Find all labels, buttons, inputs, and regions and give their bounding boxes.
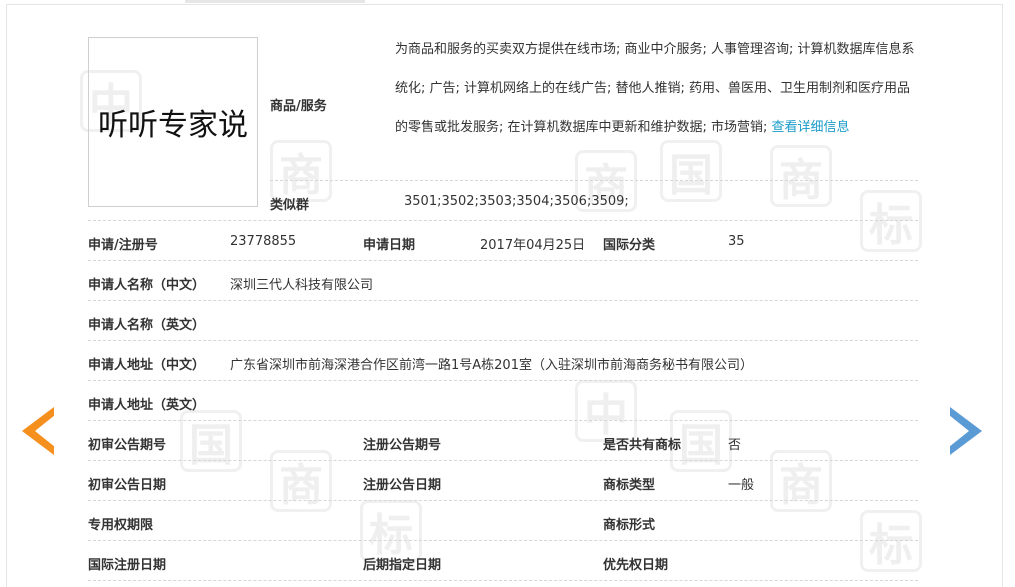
trademark-image-text: 听听专家说	[98, 108, 248, 143]
reg-pub-date-label: 注册公告日期	[363, 478, 442, 493]
reg-no-value: 23778855	[230, 234, 297, 249]
row-divider	[88, 580, 918, 581]
later-designation-date-label: 后期指定日期	[363, 558, 442, 573]
apply-date-label: 申请日期	[363, 238, 416, 253]
view-details-link[interactable]: 查看详细信息	[772, 120, 850, 135]
arrow-right-icon[interactable]	[949, 407, 982, 455]
row-divider	[270, 180, 918, 181]
row-divider	[88, 260, 918, 261]
row-divider	[88, 420, 918, 421]
similar-group-value: 3501;3502;3503;3504;3506;3509;	[404, 194, 629, 209]
address-cn-value: 广东省深圳市前海深港合作区前湾一路1号A栋201室（入驻深圳市前海商务秘书有限公…	[230, 358, 753, 373]
prelim-pub-date-label: 初审公告日期	[88, 478, 167, 493]
address-en-label: 申请人地址（英文）	[88, 398, 206, 413]
similar-group-label: 类似群	[270, 198, 310, 213]
row-divider	[88, 300, 918, 301]
intl-class-label: 国际分类	[603, 238, 656, 253]
reg-pub-no-label: 注册公告期号	[363, 438, 442, 453]
intl-reg-date-label: 国际注册日期	[88, 558, 167, 573]
row-divider	[88, 340, 918, 341]
priority-date-label: 优先权日期	[603, 558, 669, 573]
applicant-en-label: 申请人名称（英文）	[88, 318, 206, 333]
goods-services-text: 为商品和服务的买卖双方提供在线市场; 商业中介服务; 人事管理咨询; 计算机数据…	[395, 30, 920, 147]
row-divider	[88, 540, 918, 541]
tab-indicator	[185, 0, 365, 3]
trademark-image: 听听专家说	[88, 37, 258, 207]
reg-no-label: 申请/注册号	[88, 238, 158, 253]
shared-tm-value: 否	[728, 438, 742, 453]
tm-form-label: 商标形式	[603, 518, 656, 533]
tm-type-label: 商标类型	[603, 478, 656, 493]
arrow-left-icon[interactable]	[22, 407, 55, 455]
applicant-cn-label: 申请人名称（中文）	[88, 278, 206, 293]
goods-services-label: 商品/服务	[270, 99, 327, 114]
shared-tm-label: 是否共有商标	[603, 438, 682, 453]
row-divider	[88, 380, 918, 381]
applicant-cn-value: 深圳三代人科技有限公司	[230, 278, 374, 293]
tm-type-value: 一般	[728, 478, 755, 493]
row-divider	[88, 460, 918, 461]
exclusive-period-label: 专用权期限	[88, 518, 154, 533]
prelim-pub-no-label: 初审公告期号	[88, 438, 167, 453]
apply-date-value: 2017年04月25日	[480, 238, 586, 253]
row-divider	[88, 220, 918, 221]
intl-class-value: 35	[728, 234, 745, 249]
row-divider	[88, 500, 918, 501]
address-cn-label: 申请人地址（中文）	[88, 358, 206, 373]
